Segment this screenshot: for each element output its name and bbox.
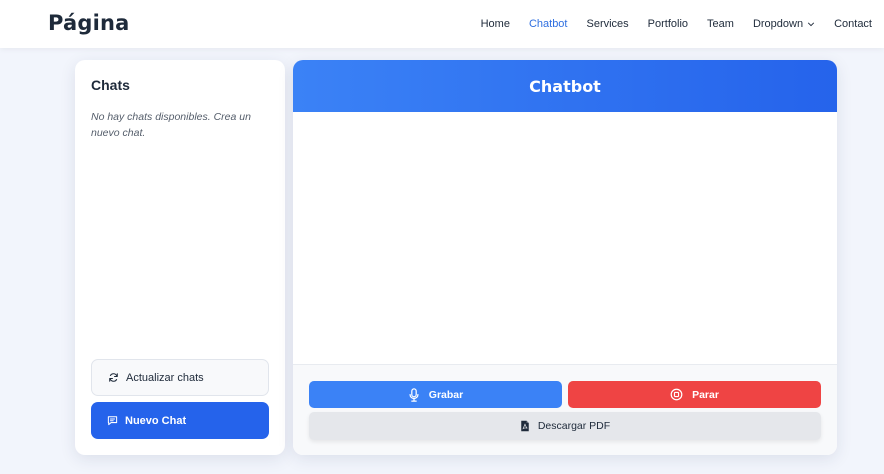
refresh-chats-label: Actualizar chats bbox=[126, 371, 204, 384]
stop-icon bbox=[670, 388, 683, 401]
chat-panel: Chatbot Grabar Parar Descargar PDF bbox=[293, 60, 837, 455]
message-icon bbox=[107, 415, 118, 426]
download-pdf-label: Descargar PDF bbox=[537, 420, 611, 432]
nav-team[interactable]: Team bbox=[707, 18, 734, 30]
chat-header: Chatbot bbox=[293, 60, 837, 112]
nav-contact[interactable]: Contact bbox=[834, 18, 872, 30]
new-chat-label: Nuevo Chat bbox=[125, 414, 187, 427]
nav-dropdown[interactable]: Dropdown bbox=[753, 18, 815, 30]
pdf-file-icon bbox=[520, 420, 530, 432]
record-button[interactable]: Grabar bbox=[309, 381, 562, 408]
microphone-icon bbox=[408, 387, 420, 402]
record-label: Grabar bbox=[428, 388, 464, 401]
sidebar-title: Chats bbox=[91, 77, 130, 93]
chevron-down-icon bbox=[807, 20, 815, 28]
refresh-chats-button[interactable]: Actualizar chats bbox=[91, 359, 269, 396]
stop-label: Parar bbox=[692, 388, 719, 401]
main-nav: Home Chatbot Services Portfolio Team Dro… bbox=[481, 0, 872, 48]
chats-sidebar: Chats No hay chats disponibles. Crea un … bbox=[75, 60, 285, 455]
nav-home[interactable]: Home bbox=[481, 18, 510, 30]
top-navbar: Página Home Chatbot Services Portfolio T… bbox=[0, 0, 884, 48]
nav-portfolio[interactable]: Portfolio bbox=[648, 18, 688, 30]
chat-controls: Grabar Parar Descargar PDF bbox=[293, 364, 837, 455]
nav-chatbot[interactable]: Chatbot bbox=[529, 18, 568, 30]
new-chat-button[interactable]: Nuevo Chat bbox=[91, 402, 269, 439]
nav-services[interactable]: Services bbox=[586, 18, 628, 30]
chat-title: Chatbot bbox=[529, 76, 601, 96]
refresh-icon bbox=[108, 372, 119, 383]
site-logo[interactable]: Página bbox=[48, 11, 130, 35]
nav-dropdown-label: Dropdown bbox=[752, 18, 804, 30]
empty-chats-message: No hay chats disponibles. Crea un nuevo … bbox=[91, 111, 251, 139]
chat-messages-area[interactable] bbox=[293, 112, 837, 364]
stop-button[interactable]: Parar bbox=[568, 381, 821, 408]
download-pdf-button[interactable]: Descargar PDF bbox=[309, 412, 821, 440]
